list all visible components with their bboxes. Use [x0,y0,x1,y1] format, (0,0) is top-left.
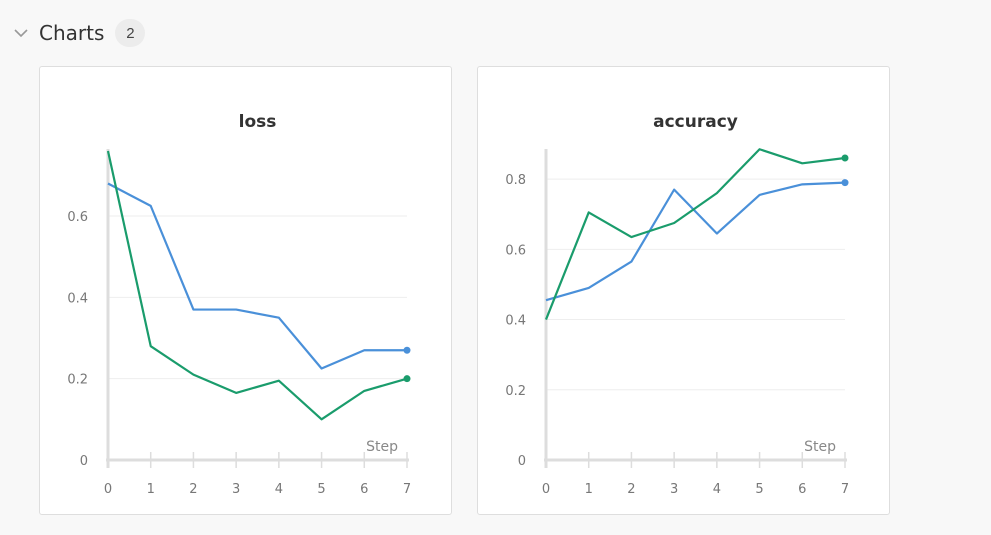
chevron-down-icon[interactable] [12,24,30,42]
x-tick-label: 2 [189,482,197,497]
y-tick-label: 0.6 [67,210,88,225]
x-tick-label: 6 [360,482,368,497]
y-tick-label: 0 [518,454,526,469]
y-tick-label: 0 [80,454,88,469]
x-tick-label: 6 [798,482,806,497]
series-end-marker-0 [841,179,849,187]
x-tick-label: 5 [755,482,763,497]
x-tick-label: 4 [275,482,283,497]
x-tick-label: 2 [627,482,635,497]
y-tick-label: 0.8 [505,173,526,188]
series-end-marker-1 [403,375,411,383]
chart-count-badge: 2 [115,19,146,47]
series-line-1 [544,148,846,320]
y-tick-label: 0.2 [67,373,88,388]
series-line-0 [107,182,407,370]
x-tick-label: 5 [317,482,325,497]
chart-panel-accuracy[interactable]: accuracy 0 0.2 0.4 0.6 0.8 0 1 2 3 4 5 6 7 Step [477,66,890,515]
x-tick-label: 7 [403,482,411,497]
x-tick-label: 3 [232,482,240,497]
accuracy-chart-svg: accuracy 0 0.2 0.4 0.6 0.8 0 1 2 3 4 5 6 7 Step [505,112,849,497]
x-tick-label: 4 [713,482,721,497]
series-end-marker-0 [403,346,411,354]
y-tick-label: 0.4 [67,291,88,306]
x-tick-label: 3 [670,482,678,497]
y-tick-label: 0.2 [505,384,526,399]
x-tick-label: 0 [542,482,550,497]
x-axis-label: Step [366,439,398,455]
series-end-marker-1 [841,154,849,162]
loss-chart-svg: loss 0 0.2 0.4 0.6 0 1 2 3 4 5 6 7 Step [67,112,411,497]
charts-section-header[interactable]: Charts 2 [12,18,146,48]
series-line-0 [545,181,846,302]
x-tick-label: 1 [585,482,593,497]
chart-title: loss [239,112,277,132]
chart-title: accuracy [653,112,738,132]
section-title: Charts [39,21,105,45]
y-tick-label: 0.4 [505,314,526,329]
x-tick-label: 0 [104,482,112,497]
x-axis-label: Step [804,439,836,455]
x-tick-label: 7 [841,482,849,497]
chart-panel-loss[interactable]: loss 0 0.2 0.4 0.6 0 1 2 3 4 5 6 7 Step [39,66,452,515]
y-tick-label: 0.6 [505,243,526,258]
x-tick-label: 1 [147,482,155,497]
